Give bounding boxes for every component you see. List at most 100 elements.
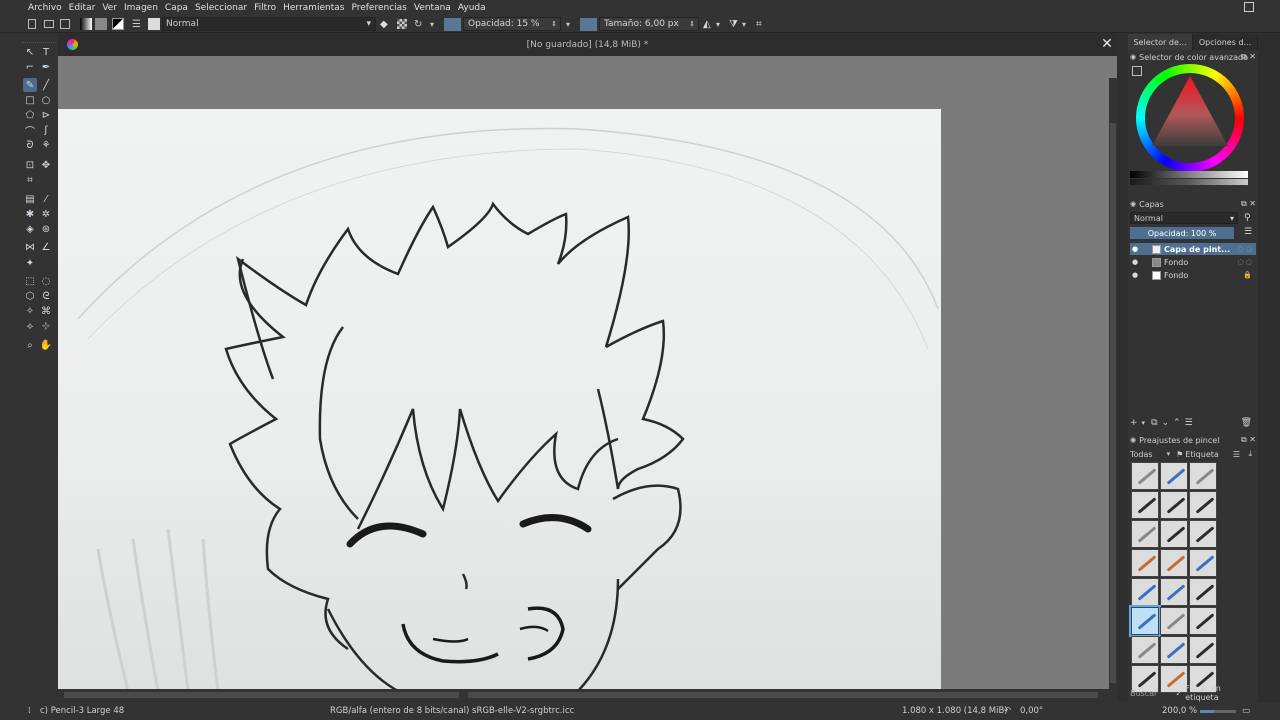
brush-preset[interactable] [1160,607,1188,635]
pan-tool-icon[interactable]: ✋ [39,338,53,352]
zoom-tool-icon[interactable]: ⌕ [23,338,37,352]
blend-mode-select[interactable]: Normal ▾ [162,17,376,31]
brush-preset[interactable] [1160,636,1188,664]
wrap-around-icon[interactable]: ⌗ [756,17,762,31]
menu-ayuda[interactable]: Ayuda [458,3,486,13]
brush-preset[interactable] [1189,549,1217,577]
crop-tool-icon[interactable]: ⌗ [23,173,37,187]
layers-opacity-slider[interactable]: Opacidad: 100 % [1130,227,1234,239]
chevron-down-icon[interactable]: ▾ [1167,450,1171,458]
value-slider[interactable] [1130,171,1248,178]
brush-filter-select[interactable]: Todas [1130,450,1153,459]
opacity-slider[interactable]: Opacidad: 15 % ⇕ [463,17,561,31]
vertical-scrollbar[interactable] [1109,78,1117,713]
open-document-icon[interactable] [44,17,54,31]
layers-blend-select[interactable]: Normal ▾ [1130,212,1238,224]
layer-props-icon[interactable]: ◌ ◌ [1237,245,1252,253]
menu-seleccionar[interactable]: Seleccionar [195,3,247,13]
brush-preset[interactable] [1131,578,1159,606]
move-layer-down-icon[interactable]: ⌄ [1162,418,1170,428]
brush-preset[interactable] [1131,520,1159,548]
bezier-tool-icon[interactable]: ⌒ [23,123,37,138]
layer-row[interactable]: ● Fondo ◌ ◌ [1130,256,1256,268]
brush-preset[interactable] [1160,578,1188,606]
menu-preferencias[interactable]: Preferencias [351,3,406,13]
brush-view-icon[interactable]: ☰ [1233,450,1240,459]
brush-preset[interactable] [1131,462,1159,490]
assistant-tool-icon[interactable]: ⋈ [23,240,37,254]
tab-tool-options[interactable]: Opciones d... [1193,34,1258,50]
reference-images-icon[interactable]: ✦ [23,256,37,270]
chevron-down-icon[interactable]: ▾ [1142,419,1146,427]
layer-row[interactable]: ● Capa de pint... ◌ ◌ [1130,243,1256,255]
brush-preset[interactable] [1160,520,1188,548]
pin-icon[interactable]: ◉ [1130,200,1136,208]
eraser-mode-icon[interactable]: ◆ [380,17,388,31]
brush-preset[interactable] [1160,549,1188,577]
size-slider[interactable]: Tamaño: 6,00 px ⇕ [599,17,699,31]
move-tool-icon[interactable]: ✥ [39,158,53,172]
filter-in-tag-label[interactable]: Filtrar en etiqueta [1185,684,1256,702]
edit-shapes-icon[interactable]: ⌐ [23,60,37,74]
menu-filtro[interactable]: Filtro [254,3,276,13]
freehand-select-icon[interactable]: ᘓ [39,289,53,303]
menu-ver[interactable]: Ver [102,3,117,13]
brush-preset[interactable] [1160,491,1188,519]
gradient-swatch-icon[interactable] [80,17,92,31]
dynamic-brush-icon[interactable]: ᘐ [23,138,37,152]
fullscreen-icon[interactable]: ▭ [1242,706,1250,716]
history-colors-slider[interactable] [1130,179,1248,185]
smart-patch-icon[interactable]: ✱ [23,207,37,221]
rect-select-icon[interactable]: ⬚ [23,274,37,288]
canvas-viewport[interactable] [58,56,1117,713]
panel-float-close-icon[interactable]: ⧉ ✕ [1241,199,1256,209]
horizontal-scrollbar[interactable] [58,689,1117,701]
brush-preset[interactable] [1189,520,1217,548]
chevron-down-icon[interactable]: ▾ [716,17,720,31]
eye-icon[interactable]: ● [1130,271,1140,279]
fg-bg-color-icon[interactable] [112,17,124,31]
close-icon[interactable]: ✕ [1100,37,1114,51]
pin-icon[interactable]: ◉ [1130,53,1136,61]
enclose-fill-icon[interactable]: ⊛ [39,222,53,236]
menu-herramientas[interactable]: Herramientas [283,3,344,13]
horizontal-scroll-thumb[interactable] [64,692,459,698]
status-rotation[interactable]: 0,00° [1020,706,1043,716]
layers-menu-icon[interactable]: ☰ [1244,227,1252,237]
mirror-vertical-icon[interactable]: ⧩ [729,17,738,31]
brush-preset[interactable] [1189,462,1217,490]
freehand-brush-icon[interactable]: ✎ [23,78,37,92]
brush-tag-select[interactable]: Etiqueta [1185,450,1219,459]
brush-preset[interactable] [1131,491,1159,519]
similar-select-icon[interactable]: ⌘ [39,304,53,318]
contiguous-select-icon[interactable]: ✧ [23,304,37,318]
new-document-icon[interactable] [28,17,36,31]
brush-settings-icon[interactable]: ☰ [132,17,141,31]
transform-tool-icon[interactable]: ⊡ [23,158,37,172]
polygon-tool-icon[interactable]: ⬠ [23,108,37,122]
move-layer-up-icon[interactable]: ⌃ [1173,418,1181,428]
save-document-icon[interactable] [60,17,70,31]
status-zoom[interactable]: 200,0 % [1162,706,1197,716]
checkbox-icon[interactable]: ✓ [1176,689,1183,698]
colorize-mask-icon[interactable]: ✲ [39,207,53,221]
polyline-tool-icon[interactable]: ⊳ [39,108,53,122]
chevron-down-icon[interactable]: ▾ [430,17,434,31]
magnetic-select-icon[interactable]: ⊹ [39,319,53,333]
ellipse-tool-icon[interactable]: ○ [39,93,53,107]
freehand-path-icon[interactable]: ʃ [39,123,53,137]
filter-icon[interactable]: ⚲ [1244,213,1251,223]
chevron-down-icon[interactable]: ▾ [566,17,570,31]
menu-capa[interactable]: Capa [165,3,188,13]
brush-preset[interactable] [1189,607,1217,635]
tab-color-selector[interactable]: Selector de... [1128,34,1193,50]
brush-preset[interactable] [1131,549,1159,577]
panel-float-close-icon[interactable]: ⧉ ✕ [1241,52,1256,62]
brush-preset-selected[interactable] [1129,605,1161,637]
duplicate-layer-icon[interactable]: ⧉ [1151,418,1157,428]
brush-preset[interactable] [1131,636,1159,664]
chevron-down-icon[interactable]: ▾ [742,17,746,31]
brush-import-icon[interactable]: ⤓ [1248,449,1252,459]
zoom-slider[interactable] [1200,710,1236,713]
pattern-swatch-icon[interactable] [95,17,107,31]
